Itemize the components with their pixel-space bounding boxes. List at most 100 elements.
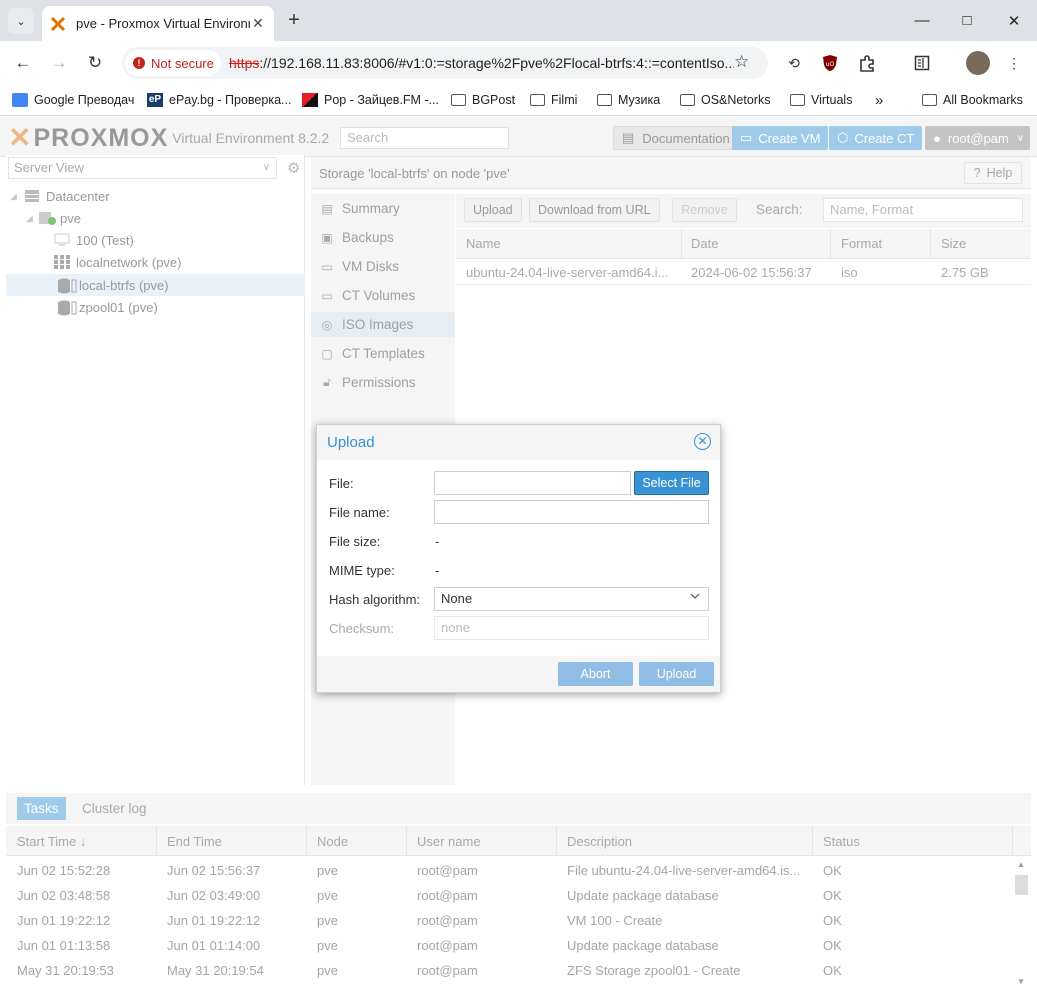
reading-list-icon[interactable] — [911, 52, 933, 74]
file-input[interactable] — [434, 471, 631, 495]
cell-desc: File ubuntu-24.04-live-server-amd64.is..… — [567, 863, 801, 878]
extensions-puzzle-icon[interactable] — [856, 52, 878, 74]
dialog-title: Upload — [327, 434, 375, 451]
tree-node-vm-100[interactable]: 100 (Test) — [54, 229, 305, 251]
column-format[interactable]: Format — [841, 236, 882, 251]
upload-dialog — [316, 424, 721, 693]
scrollbar-thumb[interactable] — [1015, 875, 1028, 895]
nav-iso-images[interactable]: ◎ ISO Images — [311, 312, 455, 337]
column-size[interactable]: Size — [941, 236, 966, 251]
grid-network-icon — [54, 255, 70, 269]
global-search-input[interactable]: Search — [340, 127, 509, 149]
cell-format: iso — [841, 265, 858, 280]
bookmark-bgpost[interactable]: BGPost — [451, 91, 515, 109]
bookmark-filmi[interactable]: Filmi — [530, 91, 577, 109]
zaitsev-fm-icon — [302, 93, 318, 107]
bookmark-muzika[interactable]: Музика — [597, 91, 660, 109]
user-menu-button[interactable]: ● root@pam ∨ — [925, 126, 1030, 150]
page-title: Storage 'local-btrfs' on node 'pve' — [319, 166, 510, 181]
back-button[interactable]: ← — [9, 49, 37, 77]
nav-permissions[interactable]: 🔓︎ Permissions — [311, 370, 455, 395]
tab-cluster-log[interactable]: Cluster log — [75, 797, 154, 820]
folder-icon — [922, 94, 937, 106]
forward-button[interactable]: → — [45, 49, 73, 77]
cell-desc: Update package database — [567, 938, 719, 953]
all-bookmarks[interactable]: All Bookmarks — [922, 91, 1023, 109]
dialog-header — [317, 425, 720, 460]
column-name[interactable]: Name — [466, 236, 501, 251]
file-label: File: — [329, 476, 354, 491]
nav-backups[interactable]: ▣ Backups — [311, 225, 455, 250]
tab-tasks[interactable]: Tasks — [17, 797, 66, 820]
bookmark-virtuals[interactable]: Virtuals — [790, 91, 852, 109]
tab-close-icon[interactable]: ✕ — [250, 15, 266, 32]
scroll-up-icon[interactable]: ▲ — [1017, 860, 1025, 869]
bookmark-google-translate[interactable]: Google Преводач — [12, 91, 134, 109]
tree-node-local-btrfs[interactable]: local-btrfs (pve) — [6, 274, 305, 296]
nav-summary[interactable]: ▤ Summary — [311, 196, 455, 221]
profile-avatar[interactable] — [966, 51, 990, 75]
file-icon: ▢ — [321, 346, 333, 361]
bookmark-epay[interactable]: eP ePay.bg - Проверка... — [147, 91, 291, 109]
hash-algorithm-select[interactable]: None — [434, 587, 709, 611]
column-status[interactable]: Status — [823, 834, 860, 849]
cell-status: OK — [823, 863, 842, 878]
bookmark-zaitsev[interactable]: Pop - Зайцев.FM -... — [302, 91, 439, 109]
cell-status: OK — [823, 963, 842, 978]
close-window-button[interactable]: ✕ — [991, 0, 1037, 41]
gear-icon[interactable]: ⚙ — [287, 159, 300, 177]
upload-button[interactable]: Upload — [464, 198, 522, 222]
folder-icon — [680, 94, 695, 106]
browser-tab[interactable]: pve - Proxmox Virtual Environm ✕ — [42, 6, 274, 41]
nav-ct-templates[interactable]: ▢ CT Templates — [311, 341, 455, 366]
help-button[interactable]: ? Help — [964, 162, 1022, 184]
tree-node-pve[interactable]: ◢ pve — [26, 207, 305, 229]
column-end-time[interactable]: End Time — [167, 834, 222, 849]
bookmark-star-icon[interactable]: ☆ — [734, 52, 749, 72]
minimize-button[interactable]: — — [899, 0, 945, 41]
filename-input[interactable] — [434, 500, 709, 524]
column-start-time[interactable]: Start Time ↓ — [17, 834, 86, 849]
nav-vm-disks[interactable]: ▭ VM Disks — [311, 254, 455, 279]
url-text[interactable]: https://192.168.11.83:8006/#v1:0:=storag… — [229, 55, 734, 71]
column-date[interactable]: Date — [691, 236, 718, 251]
cell-node: pve — [317, 888, 338, 903]
scroll-down-icon[interactable]: ▼ — [1017, 977, 1025, 986]
tree-node-zpool01[interactable]: zpool01 (pve) — [57, 296, 305, 318]
not-secure-badge[interactable]: ! Not secure — [125, 50, 221, 76]
new-tab-button[interactable]: + — [283, 9, 305, 32]
column-node[interactable]: Node — [317, 834, 348, 849]
column-description[interactable]: Description — [567, 834, 632, 849]
documentation-button[interactable]: ▤ Documentation — [613, 126, 739, 150]
server-view-select[interactable]: Server View ∨ — [8, 157, 277, 179]
bookmark-osnetorks[interactable]: OS&Netorks — [680, 91, 770, 109]
select-file-button[interactable]: Select File — [634, 471, 709, 495]
extension-sync-icon[interactable]: ⟲ — [783, 52, 805, 74]
cell-start: May 31 20:19:53 — [17, 963, 114, 978]
cell-size: 2.75 GB — [941, 265, 989, 280]
close-icon[interactable]: ✕ — [694, 433, 711, 450]
browser-menu-icon[interactable]: ⋮ — [1003, 52, 1025, 74]
cell-desc: ZFS Storage zpool01 - Create — [567, 963, 741, 978]
maximize-button[interactable]: □ — [944, 0, 990, 41]
tree-node-localnetwork[interactable]: localnetwork (pve) — [54, 251, 305, 273]
cell-end: Jun 01 01:14:00 — [167, 938, 261, 953]
remove-button[interactable]: Remove — [672, 198, 737, 222]
reload-button[interactable]: ↻ — [81, 49, 109, 77]
create-ct-button[interactable]: ⬡ Create CT — [829, 126, 923, 150]
column-user-name[interactable]: User name — [417, 834, 481, 849]
nav-ct-volumes[interactable]: ▭ CT Volumes — [311, 283, 455, 308]
more-bookmarks-icon[interactable]: » — [875, 91, 883, 109]
abort-button[interactable]: Abort — [558, 662, 633, 686]
ublock-shield-icon[interactable]: uO — [819, 52, 841, 74]
cell-start: Jun 02 03:48:58 — [17, 888, 111, 903]
dialog-upload-button[interactable]: Upload — [639, 662, 714, 686]
download-from-url-button[interactable]: Download from URL — [529, 198, 660, 222]
content-search-input[interactable]: Name, Format — [823, 198, 1023, 222]
create-vm-button[interactable]: ▭ Create VM — [732, 126, 829, 150]
checksum-input[interactable]: none — [434, 616, 709, 640]
cell-name: ubuntu-24.04-live-server-amd64.i... — [466, 265, 669, 280]
tab-search-button[interactable]: ⌄ — [8, 8, 34, 34]
proxmox-favicon-icon — [50, 16, 66, 32]
tree-node-datacenter[interactable]: ◢ Datacenter — [10, 185, 305, 207]
